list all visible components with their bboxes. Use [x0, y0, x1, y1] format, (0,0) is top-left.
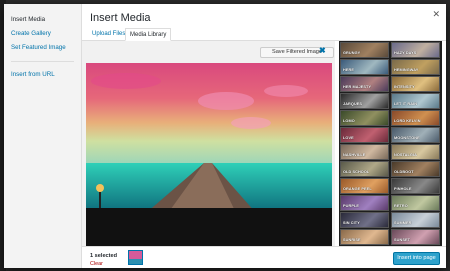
filter-hazy-days[interactable]: HAZY DAYS — [391, 42, 440, 58]
filter-retro[interactable]: RETRO — [391, 195, 440, 211]
filter-nashville[interactable]: NASHVILLE — [340, 144, 389, 160]
sidebar-divider — [11, 61, 74, 62]
filter-orange-peel[interactable]: ORANGE PEEL — [340, 178, 389, 194]
filter-label: SUNRISE — [343, 238, 361, 242]
filter-love[interactable]: LOVE — [340, 127, 389, 143]
filter-intensity[interactable]: INTENSITY — [391, 76, 440, 92]
filter-purple[interactable]: PURPLE — [340, 195, 389, 211]
filter-label: PURPLE — [343, 204, 360, 208]
filter-label: MOONSTONE — [394, 136, 420, 140]
filter-label: JARQUES — [343, 102, 363, 106]
preview-image — [86, 63, 332, 246]
filter-sin-city[interactable]: SIN CITY — [340, 212, 389, 228]
tab-bar: Upload Files Media Library — [82, 24, 446, 41]
sidebar-item-insert-from-url[interactable]: Insert from URL — [4, 68, 81, 82]
filter-label: SUMMER — [394, 221, 412, 225]
sidebar-item-create-gallery[interactable]: Create Gallery — [4, 27, 81, 41]
filter-old-school[interactable]: OLD SCHOOL — [340, 161, 389, 177]
media-sidebar: Insert Media Create Gallery Set Featured… — [4, 4, 82, 268]
filter-label: SUNSET — [394, 238, 411, 242]
filter-label: HER MAJESTY — [343, 85, 372, 89]
filter-label: LET IT RAIN — [394, 102, 418, 106]
filter-sunrise[interactable]: SUNRISE — [340, 229, 389, 245]
filter-label: INTENSITY — [394, 85, 415, 89]
filter-label: LOMO — [343, 119, 355, 123]
filter-label: LORD KELVIN — [394, 119, 421, 123]
filter-label: ORANGE PEEL — [343, 187, 372, 191]
filter-oldboot[interactable]: OLDBOOT — [391, 161, 440, 177]
filter-label: NASHVILLE — [343, 153, 366, 157]
tab-upload-files[interactable]: Upload Files — [88, 28, 129, 41]
filter-label: HEMINGWAY — [394, 68, 419, 72]
insert-into-page-button[interactable]: Insert into page — [393, 252, 440, 265]
filter-label: PINHOLE — [394, 187, 412, 191]
filter-label: GRUNGY — [343, 51, 361, 55]
sidebar-item-insert-media[interactable]: Insert Media — [4, 13, 81, 27]
filter-jarques[interactable]: JARQUES — [340, 93, 389, 109]
selection-count: 1 selected — [90, 253, 118, 259]
filter-here[interactable]: HERE — [340, 59, 389, 75]
media-toolbar: 1 selected Clear Insert into page — [82, 246, 446, 268]
close-icon[interactable]: ✕ — [432, 9, 440, 20]
filter-label: LOVE — [343, 136, 354, 140]
tab-media-library[interactable]: Media Library — [125, 28, 172, 41]
filter-label: RETRO — [394, 204, 408, 208]
filter-grid: GRUNGY HAZY DAYS HERE HEMINGWAY HER MAJESTY I… — [339, 41, 442, 246]
filter-pinhole[interactable]: PINHOLE — [391, 178, 440, 194]
filter-label: OLD SCHOOL — [343, 170, 370, 174]
filter-nostalgia[interactable]: NOSTALGIA — [391, 144, 440, 160]
sidebar-item-set-featured-image[interactable]: Set Featured Image — [4, 41, 81, 55]
filter-hemingway[interactable]: HEMINGWAY — [391, 59, 440, 75]
filter-summer[interactable]: SUMMER — [391, 212, 440, 228]
filter-label: OLDBOOT — [394, 170, 414, 174]
selected-thumbnail[interactable] — [128, 250, 143, 265]
filter-label: HAZY DAYS — [394, 51, 417, 55]
filter-moonstone[interactable]: MOONSTONE — [391, 127, 440, 143]
filter-grungy[interactable]: GRUNGY — [340, 42, 389, 58]
image-editor: Save Filtered Image ✖ — [82, 41, 335, 246]
filter-label: HERE — [343, 68, 354, 72]
filter-lomo[interactable]: LOMO — [340, 110, 389, 126]
filter-sunset[interactable]: SUNSET — [391, 229, 440, 245]
filter-let-it-rain[interactable]: LET IT RAIN — [391, 93, 440, 109]
clear-selection-link[interactable]: Clear — [90, 261, 103, 267]
filter-her-majesty[interactable]: HER MAJESTY — [340, 76, 389, 92]
filter-label: NOSTALGIA — [394, 153, 417, 157]
filter-lord-kelvin[interactable]: LORD KELVIN — [391, 110, 440, 126]
close-icon[interactable]: ✖ — [319, 46, 326, 55]
media-modal: Insert Media Create Gallery Set Featured… — [4, 4, 446, 268]
modal-title: Insert Media — [90, 12, 151, 24]
filter-label: SIN CITY — [343, 221, 360, 225]
